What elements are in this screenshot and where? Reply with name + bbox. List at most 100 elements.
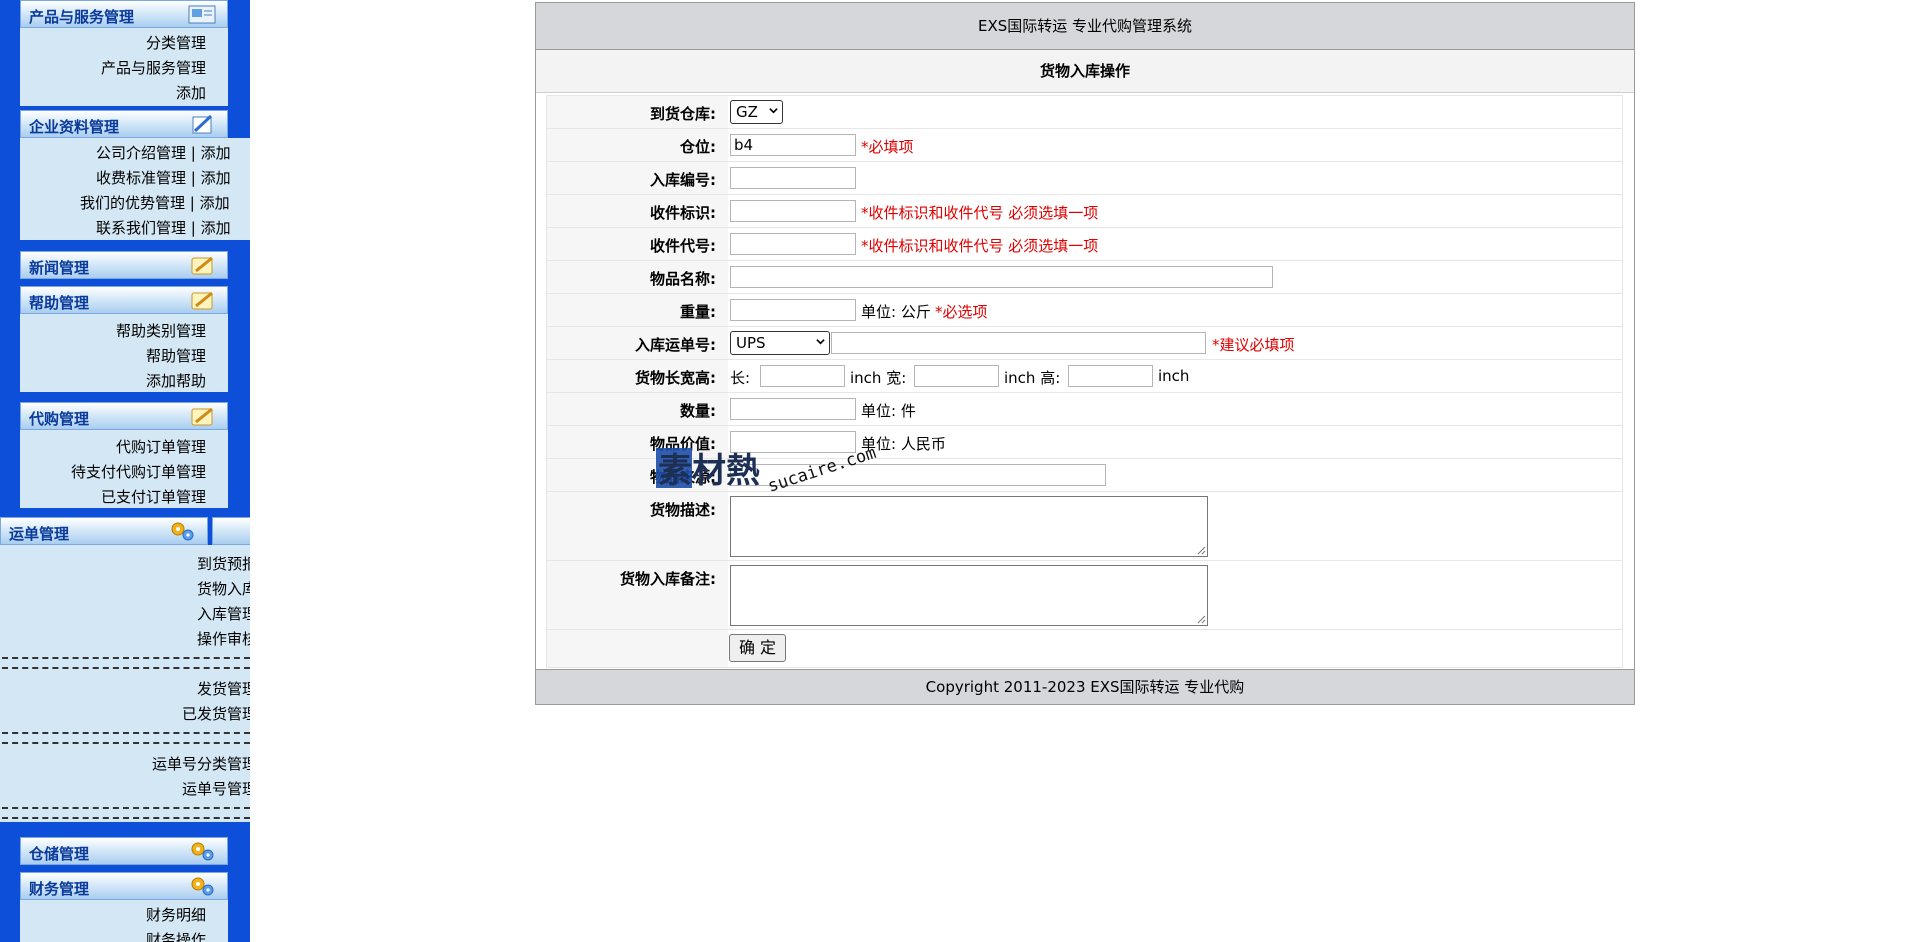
sidebar-link-category[interactable]: 分类管理	[146, 32, 206, 53]
sidebar-link-advantages[interactable]: 我们的优势管理 | 添加	[80, 192, 230, 213]
select-value: UPS	[736, 334, 766, 352]
required-hint: *收件标识和收件代号 必须选填一项	[861, 237, 1099, 255]
watermark-brand: 素材熱	[658, 451, 760, 491]
height-input[interactable]	[1068, 365, 1153, 387]
separator	[2, 807, 250, 819]
sidebar-link-products[interactable]: 产品与服务管理	[101, 57, 206, 78]
group-title: 帮助管理	[29, 294, 90, 312]
weight-input[interactable]	[730, 299, 856, 321]
carrier-select[interactable]: UPS	[730, 331, 830, 355]
form-row-item-name: 物品名称:	[547, 261, 1622, 294]
sidebar-link-paid-orders[interactable]: 已支付订单管理	[101, 486, 206, 507]
sidebar-link-waybill-category[interactable]: 运单号分类管理	[152, 753, 250, 774]
sidebar-group-waybill[interactable]: 运单管理	[0, 517, 208, 545]
watermark-logo: 素材熱 sucaire.com	[656, 443, 879, 497]
field-label: 入库运单号:	[547, 327, 728, 359]
tracking-number-input[interactable]	[831, 332, 1206, 354]
recipient-code-input[interactable]	[730, 233, 856, 255]
inbound-form: 到货仓库: GZ 仓位: b4 *必填项 入库编号: 收件标识: *收件标识和收…	[546, 95, 1623, 668]
sidebar-group-news[interactable]: 新闻管理	[20, 251, 228, 279]
sidebar-link-goods-inbound[interactable]: 货物入库	[197, 578, 250, 599]
height-label: inch 高:	[1004, 369, 1061, 387]
pencil-note-icon	[191, 407, 213, 426]
resize-grip-icon[interactable]	[1197, 615, 1206, 624]
footer-copyright: Copyright 2011-2023 EXS国际转运 专业代购	[536, 669, 1634, 704]
confirm-button[interactable]: 确 定	[729, 634, 786, 662]
recipient-mark-input[interactable]	[730, 200, 856, 222]
sidebar-link-add[interactable]: 添加	[176, 82, 206, 103]
sidebar-link-fees[interactable]: 收费标准管理 | 添加	[96, 167, 231, 188]
required-hint: *建议必填项	[1212, 336, 1295, 354]
sidebar-link-help[interactable]: 帮助管理	[146, 345, 206, 366]
sidebar-link-finance-operation[interactable]: 财务操作	[146, 929, 206, 942]
remarks-textarea[interactable]	[730, 565, 1208, 626]
length-input[interactable]	[760, 365, 845, 387]
sidebar-submenu-company: 公司介绍管理 | 添加 收费标准管理 | 添加 我们的优势管理 | 添加 联系我…	[20, 138, 250, 240]
location-input[interactable]: b4	[730, 134, 856, 156]
sidebar-group-company[interactable]: 企业资料管理	[20, 110, 228, 138]
pencil-note-icon	[191, 291, 213, 310]
separator	[2, 657, 250, 669]
description-textarea[interactable]	[730, 496, 1208, 557]
sidebar-link-add-help[interactable]: 添加帮助	[146, 370, 206, 391]
sidebar-link-arrival-forecast[interactable]: 到货预报	[197, 553, 250, 574]
select-value: GZ	[736, 103, 758, 121]
form-row-submit: 确 定	[547, 630, 1622, 667]
sidebar-link-help-category[interactable]: 帮助类别管理	[116, 320, 206, 341]
sidebar-link-inbound-manage[interactable]: 入库管理	[197, 603, 250, 624]
field-label: 物品名称:	[547, 261, 728, 293]
sidebar-group-purchase[interactable]: 代购管理	[20, 402, 228, 430]
group-title: 代购管理	[29, 410, 90, 428]
picture-icon	[188, 5, 216, 24]
sidebar-submenu-products: 分类管理 产品与服务管理 添加	[20, 28, 228, 106]
required-hint: *收件标识和收件代号 必须选填一项	[861, 204, 1099, 222]
sidebar-link-contact[interactable]: 联系我们管理 | 添加	[96, 217, 231, 238]
sidebar-group-products[interactable]: 产品与服务管理	[20, 0, 228, 28]
width-input[interactable]	[914, 365, 999, 387]
sidebar-submenu-help: 帮助类别管理 帮助管理 添加帮助	[20, 314, 228, 392]
warehouse-select[interactable]: GZ	[730, 100, 783, 124]
field-label: 收件标识:	[547, 195, 728, 227]
main-panel: EXS国际转运 专业代购管理系统 货物入库操作 到货仓库: GZ 仓位: b4 …	[535, 2, 1635, 705]
sidebar-link-purchase-orders[interactable]: 代购订单管理	[116, 436, 206, 457]
chevron-down-icon	[769, 108, 778, 114]
field-label: 收件代号:	[547, 228, 728, 260]
field-label: 仓位:	[547, 129, 728, 161]
sidebar-link-company-intro[interactable]: 公司介绍管理 | 添加	[96, 142, 231, 163]
sidebar-link-waybill-number[interactable]: 运单号管理	[182, 778, 250, 799]
inbound-no-input[interactable]	[730, 167, 856, 189]
sidebar-link-shipping-manage[interactable]: 发货管理	[197, 678, 250, 699]
sidebar-group-storage[interactable]: 仓储管理	[20, 837, 228, 865]
sidebar-submenu-finance: 财务明细 财务操作	[20, 900, 228, 942]
edit-document-icon	[192, 114, 213, 134]
empty-label	[547, 630, 728, 667]
sidebar-link-finance-detail[interactable]: 财务明细	[146, 904, 206, 925]
sidebar-submenu-waybill: 到货预报 货物入库 入库管理 操作审核 发货管理 已发货管理 运单号分类管理 运…	[0, 545, 250, 822]
field-label: 到货仓库:	[547, 96, 728, 128]
item-name-input[interactable]	[730, 266, 1273, 288]
unit-label: 单位: 公斤	[861, 303, 931, 321]
sidebar-group-waybill-tab	[212, 517, 250, 545]
form-row-description: 货物描述:	[547, 492, 1622, 561]
field-label: 货物描述:	[547, 492, 728, 560]
required-hint: *必填项	[861, 138, 914, 156]
pencil-note-icon	[191, 256, 213, 275]
sidebar-link-shipped-manage[interactable]: 已发货管理	[182, 703, 250, 724]
form-row-warehouse: 到货仓库: GZ	[547, 96, 1622, 129]
form-row-recipient-code: 收件代号: *收件标识和收件代号 必须选填一项	[547, 228, 1622, 261]
quantity-input[interactable]	[730, 398, 856, 420]
form-row-tracking: 入库运单号: UPS *建议必填项	[547, 327, 1622, 360]
form-row-weight: 重量: 单位: 公斤 *必选项	[547, 294, 1622, 327]
group-title: 产品与服务管理	[29, 8, 135, 26]
gears-icon	[191, 842, 214, 861]
resize-grip-icon[interactable]	[1197, 546, 1206, 555]
group-title: 仓储管理	[29, 845, 90, 863]
page-title: EXS国际转运 专业代购管理系统	[536, 3, 1634, 50]
sidebar-group-finance[interactable]: 财务管理	[20, 872, 228, 900]
section-title: 货物入库操作	[536, 50, 1634, 93]
sidebar-link-operation-review[interactable]: 操作审核	[197, 628, 250, 649]
length-label: 长:	[730, 369, 751, 387]
sidebar-group-help[interactable]: 帮助管理	[20, 286, 228, 314]
sidebar-link-pending-orders[interactable]: 待支付代购订单管理	[71, 461, 206, 482]
group-title: 运单管理	[9, 525, 70, 543]
